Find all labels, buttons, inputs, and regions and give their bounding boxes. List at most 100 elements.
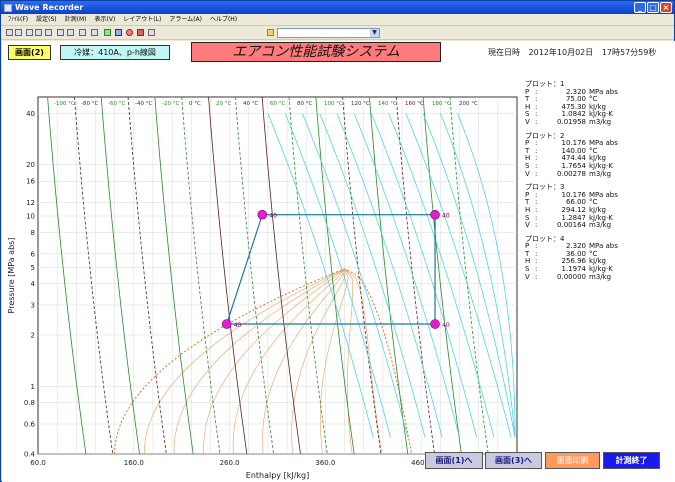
back-icon[interactable] [104,29,111,36]
x-axis-label: Enthalpy [kJ/kg] [246,471,309,480]
plot-unit: m3/kg [589,272,612,281]
plot-key: V [525,117,530,126]
ph-chart-svg: 0.40.60.81234568101216204060.0 160.0 260.0… [7,96,527,480]
menu-view[interactable]: 表示(V) [91,14,120,25]
y-tick-label: 3 [31,302,35,310]
app-window: Wave Recorder _ □ × ﾌｧｲﾙ(F) 設定(S) 計測(M) … [0,0,675,482]
menu-file[interactable]: ﾌｧｲﾙ(F) [4,14,32,25]
y-tick-label: 0.6 [24,421,36,429]
plot-row-v: V: 0.01958 m3/kg [525,117,665,127]
chart-icon[interactable] [148,29,155,36]
maximize-button[interactable]: □ [647,2,659,13]
cycle-point-label: 40 [442,322,450,329]
plot-unit: m3/kg [589,169,612,178]
open-icon[interactable] [6,29,13,36]
date-value: 2012年10月02日 [528,48,594,57]
y-tick-label: 4 [31,280,36,288]
plot-colon: : [535,221,538,230]
plot-point-block: プロット：4 P:2.320 MPa abs T:36.00 °C H:256.96 kJ/… [525,235,665,282]
x-tick-label: 360.0 [315,459,335,467]
isotherm-label: 40 °C [243,101,258,107]
main-content: 画面(2) 冷媒：410A、p-h線図 エアコン性能試験システム 現在日時 20… [2,41,675,482]
chevron-down-icon[interactable]: ▼ [370,29,379,37]
play-icon[interactable] [115,29,122,36]
plot-unit: m3/kg [589,221,612,230]
plot-value: 0.00000 [557,272,586,281]
graph-icon[interactable] [91,29,98,36]
save-icon[interactable] [15,29,22,36]
end-measurement-button[interactable]: 計測終了 [603,452,660,469]
minimize-button[interactable]: _ [634,2,646,13]
isotherm-label: -80 °C [81,101,98,107]
stop-icon[interactable] [137,29,144,36]
cycle-point-marker [257,209,268,220]
plot-point-block: プロット：2 P:10.176 MPa abs T:140.00 °C H:474.44 k… [525,132,665,179]
x-tick-label: 260.0 [220,459,240,467]
toolbar-combo[interactable]: ▼ [277,28,380,38]
plot-key: V [525,272,530,281]
y-tick-label: 8 [31,229,35,237]
system-title: エアコン性能試験システム [191,42,441,62]
isotherm-label: 20 °C [216,101,231,107]
app-icon [4,4,12,12]
plot-key: V [525,221,530,230]
points-panel: プロット：1 P:2.320 MPa abs T:75.00 °C H:475.30 kJ/… [525,80,665,287]
settings-icon[interactable] [57,29,64,36]
plot-unit: m3/kg [589,117,612,126]
y-tick-label: 6 [31,250,36,258]
y-tick-label: 0.8 [24,399,35,407]
window-title: Wave Recorder [15,3,84,12]
print-icon[interactable] [26,29,33,36]
isotherm-label: 100 °C [324,101,343,107]
close-button[interactable]: × [660,2,672,13]
cycle-point-marker [430,319,440,329]
y-tick-label: 0.4 [24,451,36,459]
cycle-point-marker [221,319,232,329]
zoom-icon[interactable] [79,29,86,36]
isotherm-label: 60 °C [270,101,285,107]
paste-icon[interactable] [45,29,52,36]
datetime: 現在日時 2012年10月02日 17時57分59秒 [488,47,662,58]
edit-icon[interactable] [67,29,74,36]
isotherm-label: -60 °C [108,101,125,107]
isotherm-label: 140 °C [378,101,397,107]
menu-bar: ﾌｧｲﾙ(F) 設定(S) 計測(M) 表示(V) レイアウト(L) アラーム(… [1,14,674,26]
isotherm-label: 80 °C [297,101,312,107]
plot-row-v: V: 0.00278 m3/kg [525,169,665,179]
isotherm-label: 0 °C [189,101,201,107]
y-tick-label: 20 [26,161,35,169]
menu-help[interactable]: ヘルプ(H) [206,14,241,25]
time-value: 17時57分59秒 [601,48,657,57]
x-tick-label: 60.0 [30,459,46,467]
cycle-point-label: 40 [234,322,242,329]
plot-point-block: プロット：3 P:10.176 MPa abs T:66.00 °C H:294.12 kJ… [525,184,665,230]
plot-value: 0.00278 [557,169,586,178]
print-screen-button[interactable]: 画面印刷 [545,452,600,469]
plot-row-v: V: 0.00000 m3/kg [525,272,665,282]
plot-row-v: V: 0.00164 m3/kg [525,221,665,230]
y-tick-label: 1 [31,383,35,391]
y-tick-label: 10 [26,213,35,221]
plot-point-block: プロット：1 P:2.320 MPa abs T:75.00 °C H:475.30 kJ/… [525,80,665,127]
screen1-button[interactable]: 画面(1)へ [425,452,483,469]
isotherm-label: -100 °C [54,101,75,107]
screen-label: 画面(2) [8,45,51,60]
toolbar: ▼ [1,26,674,40]
y-tick-label: 16 [26,178,35,186]
menu-measure[interactable]: 計測(M) [61,14,91,25]
copy-icon[interactable] [35,29,42,36]
isotherm-label: 200 °C [459,101,478,107]
menu-alarm[interactable]: アラーム(A) [165,14,206,25]
plot-value: 0.00164 [557,221,586,230]
menu-layout[interactable]: レイアウト(L) [119,14,165,25]
y-tick-label: 2 [31,332,35,340]
plot-value: 0.01958 [557,117,586,126]
cycle-point-label: 40 [269,213,277,220]
menu-settings[interactable]: 設定(S) [32,14,61,25]
pencil-icon[interactable] [267,29,274,36]
record-icon[interactable] [126,29,133,36]
ph-chart: 0.4 0.6 0.8 1 2 3 4 5 6 8 10 12 16 20 40 60.0 160.0 260.0… [2,84,527,482]
y-axis-label: Pressure [MPa abs] [7,238,16,314]
isotherm-label: -40 °C [135,101,152,107]
screen3-button[interactable]: 画面(3)へ [485,452,542,469]
